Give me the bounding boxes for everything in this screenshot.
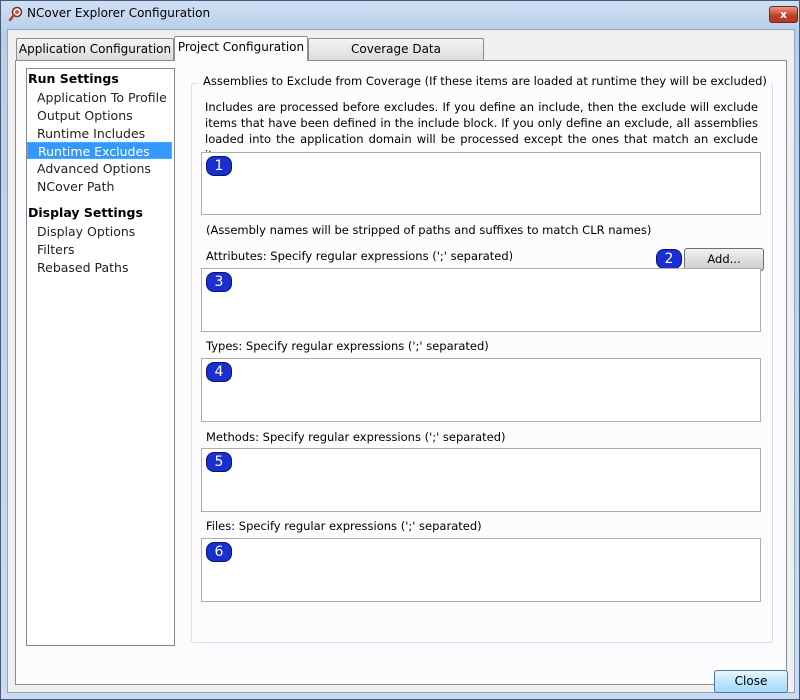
nav-item-application-to-profile[interactable]: Application To Profile [27,89,172,106]
nav-group-display-settings: Display Settings [28,205,143,220]
files-label: Files: Specify regular expressions (';' … [206,519,482,533]
ncover-app-icon [8,6,23,22]
client-area: Application Configuration Project Config… [7,29,795,693]
nav-item-advanced-options[interactable]: Advanced Options [27,160,172,177]
nav-item-output-options[interactable]: Output Options [27,107,172,124]
nav-item-rebased-paths[interactable]: Rebased Paths [27,259,172,276]
callout-badge-3: 3 [206,272,232,292]
callout-badge-5: 5 [206,452,232,472]
title-bar: NCover Explorer Configuration x [1,1,799,27]
nav-item-display-options[interactable]: Display Options [27,223,172,240]
exclude-group-title: Assemblies to Exclude from Coverage (If … [199,74,771,88]
nav-item-runtime-includes[interactable]: Runtime Includes [27,125,172,142]
callout-badge-4: 4 [206,362,232,382]
tab-application-configuration[interactable]: Application Configuration [16,38,174,60]
types-label: Types: Specify regular expressions (';' … [206,339,489,353]
tab-project-configuration[interactable]: Project Configuration [174,36,308,61]
assembly-note: (Assembly names will be stripped of path… [206,223,652,237]
assemblies-list[interactable]: 1 [201,152,761,215]
callout-badge-6: 6 [206,542,232,562]
files-input[interactable]: 6 [201,538,761,602]
nav-item-runtime-excludes[interactable]: Runtime Excludes [27,142,172,159]
window-close-button[interactable]: x [769,6,798,23]
types-input[interactable]: 4 [201,358,761,422]
config-window: NCover Explorer Configuration x Applicat… [0,0,800,700]
attributes-label: Attributes: Specify regular expressions … [206,249,514,263]
callout-badge-2: 2 [656,249,682,269]
methods-input[interactable]: 5 [201,448,761,512]
nav-item-filters[interactable]: Filters [27,241,172,258]
close-button[interactable]: Close [714,670,788,693]
methods-label: Methods: Specify regular expressions (';… [206,430,506,444]
nav-item-ncover-path[interactable]: NCover Path [27,178,172,195]
project-configuration-panel: Run Settings Application To Profile Outp… [15,60,787,685]
nav-group-run-settings: Run Settings [28,71,119,86]
window-title: NCover Explorer Configuration [27,6,211,20]
settings-nav-list: Run Settings Application To Profile Outp… [26,68,175,646]
tab-coverage-data-configuration[interactable]: Coverage Data Configuration [308,38,484,77]
callout-badge-1: 1 [206,156,232,176]
attributes-input[interactable]: 3 [201,268,761,332]
